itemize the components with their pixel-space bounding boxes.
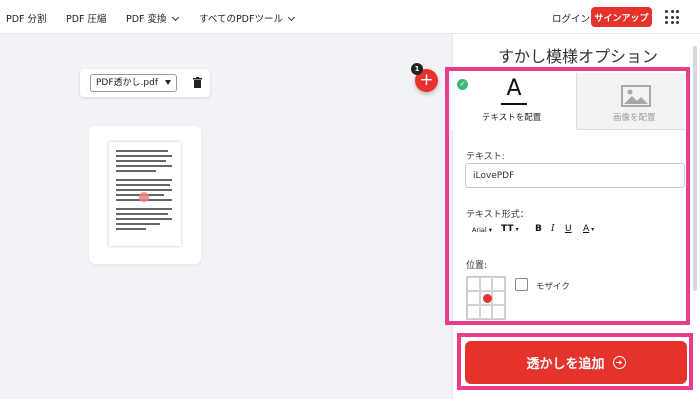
page-thumbnail xyxy=(109,142,181,246)
watermark-preview xyxy=(139,192,149,202)
file-select-value: PDF透かし.pdf xyxy=(96,78,158,88)
file-count-badge: 1 xyxy=(411,63,423,75)
file-select[interactable]: PDF透かし.pdf xyxy=(90,74,177,92)
nav-all-tools[interactable]: すべてのPDFツール xyxy=(199,11,296,25)
file-card[interactable] xyxy=(89,126,201,264)
chevron-down-icon xyxy=(171,13,179,22)
trash-icon[interactable] xyxy=(193,77,202,88)
signup-button[interactable]: サインアップ xyxy=(591,7,652,27)
nav-convert-label: PDF 変換 xyxy=(126,14,167,25)
nav-split-pdf[interactable]: PDF 分割 xyxy=(6,11,47,25)
caret-down-icon xyxy=(165,80,171,85)
nav-all-tools-label: すべてのPDFツール xyxy=(199,14,283,25)
file-toolbar: PDF透かし.pdf xyxy=(80,69,210,97)
nav-compress-pdf[interactable]: PDF 圧縮 xyxy=(66,11,107,25)
add-button-highlight-box xyxy=(457,333,693,390)
nav-convert-pdf[interactable]: PDF 変換 xyxy=(126,11,179,25)
options-highlight-box xyxy=(445,67,690,325)
chevron-down-icon xyxy=(287,13,296,22)
top-navbar: PDF 分割 PDF 圧縮 PDF 変換 すべてのPDFツール ログイン サイン… xyxy=(0,0,700,34)
sidebar-scrollbar[interactable] xyxy=(693,46,697,291)
apps-grid-icon[interactable] xyxy=(665,10,679,24)
plus-icon: + xyxy=(419,70,434,90)
sidebar-title: すかし模様オプション xyxy=(498,47,659,66)
login-link[interactable]: ログイン xyxy=(552,11,590,25)
